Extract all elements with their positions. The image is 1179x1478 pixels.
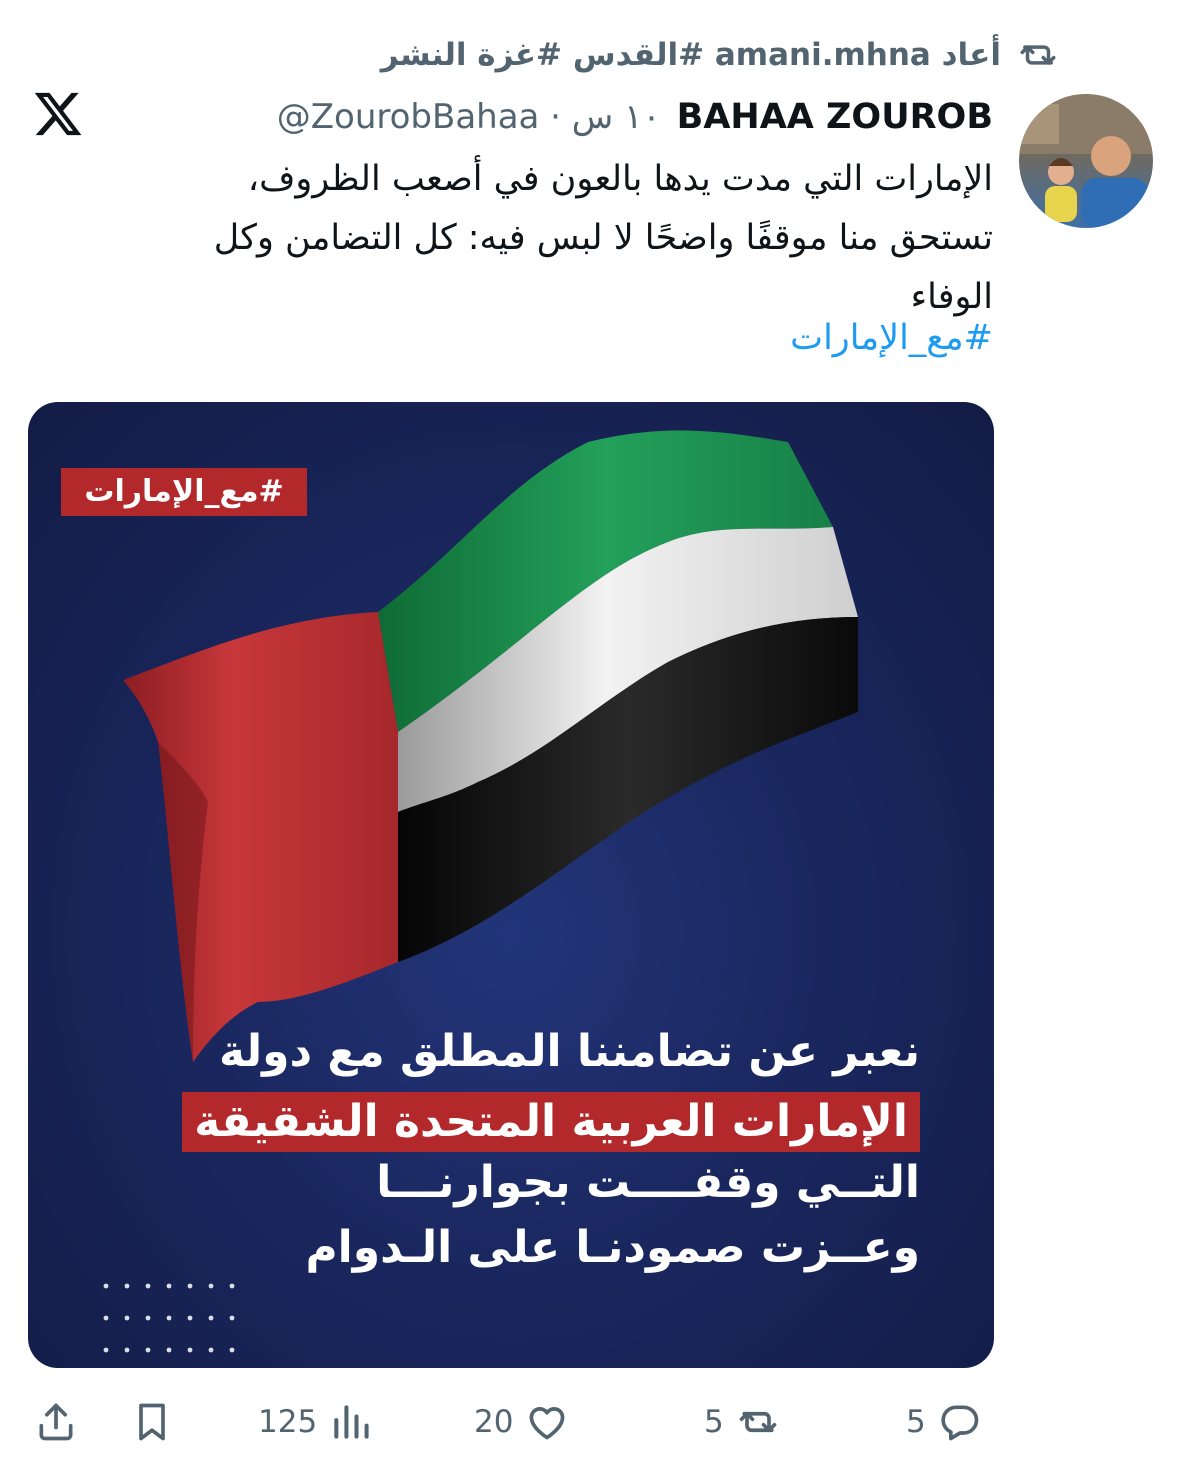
bookmark-icon (139, 1403, 165, 1441)
media-hashtag-badge: #مع_الإمارات (61, 468, 307, 516)
bookmark-button[interactable] (130, 1392, 174, 1452)
retweet-icon (1020, 45, 1056, 65)
author-name[interactable]: BAHAA ZOUROB (677, 97, 993, 137)
tweet-line: تستحق منا موقفًا واضحًا لا لبس فيه: كل ا… (213, 218, 993, 258)
retweet-icon (739, 1411, 777, 1433)
tweet-header: @ZourobBahaa · ١٠ س BAHAA ZOUROB (277, 90, 993, 144)
heart-icon (530, 1407, 565, 1440)
share-icon (39, 1403, 73, 1441)
decorative-dot-grid (103, 1283, 235, 1353)
views-chart-icon (334, 1405, 369, 1439)
media-text-line: وعــزت صمودنـا على الـدوام (305, 1222, 920, 1273)
like-button[interactable]: 20 (474, 1392, 569, 1452)
media-text-line: نعبر عن تضامننا المطلق مع دولة (218, 1026, 920, 1077)
media-text-line: التــي وقفــــت بجوارنـــا (376, 1157, 920, 1208)
reply-bubble-icon (941, 1405, 979, 1441)
author-handle-time[interactable]: @ZourobBahaa · ١٠ س (277, 97, 661, 137)
avatar[interactable] (1019, 94, 1153, 228)
retweet-context[interactable]: أعاد amani.mhna #القدس #غزة النشر (300, 30, 1059, 80)
views-button[interactable]: 125 (258, 1392, 373, 1452)
tweet-text: الإمارات التي مدت يدها بالعون في أصعب ال… (73, 150, 993, 327)
tweet-action-bar: 125 20 5 5 (0, 1392, 1179, 1452)
tweet-line: الإمارات التي مدت يدها بالعون في أصعب ال… (247, 159, 993, 199)
reply-button[interactable]: 5 (906, 1392, 982, 1452)
tweet-media-image[interactable]: #مع_الإمارات نعبر عن تضامننا المطلق مع د… (28, 402, 994, 1368)
like-count: 20 (474, 1404, 514, 1440)
x-logo-icon[interactable] (32, 88, 84, 140)
reply-count: 5 (906, 1404, 926, 1440)
media-text-line-highlight: الإمارات العربية المتحدة الشقيقة (182, 1092, 920, 1152)
avatar-photo (1019, 94, 1153, 228)
retweet-count: 5 (704, 1404, 724, 1440)
tweet-hashtag[interactable]: #مع_الإمارات (790, 318, 993, 358)
retweet-label: أعاد amani.mhna #القدس #غزة النشر (380, 37, 1001, 73)
share-button[interactable] (34, 1392, 78, 1452)
retweet-button[interactable]: 5 (704, 1392, 780, 1452)
views-count: 125 (258, 1404, 318, 1440)
